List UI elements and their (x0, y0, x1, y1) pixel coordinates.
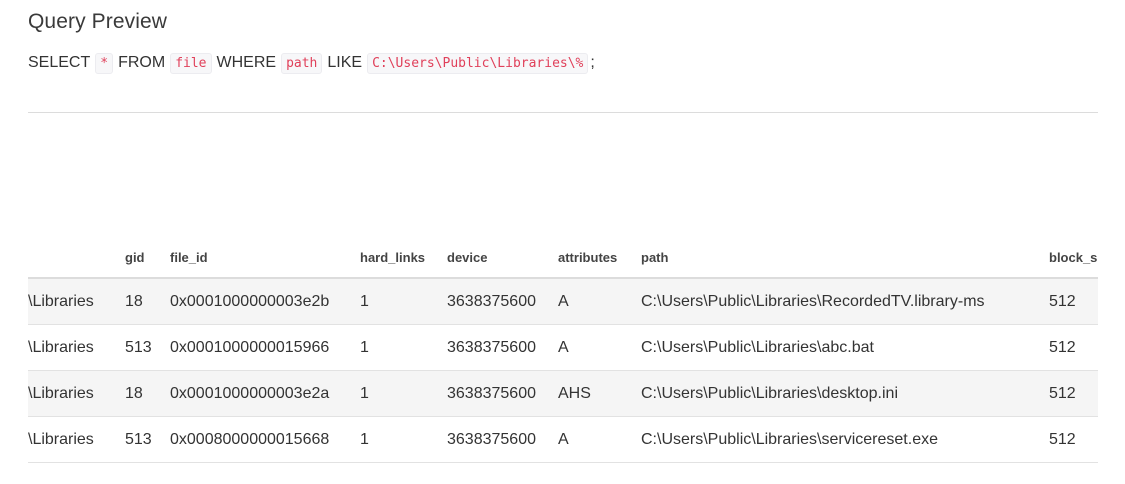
table-cell: 3638375600 (447, 384, 536, 402)
table-cell: 512 (1049, 338, 1076, 356)
table-cell: 18 (125, 292, 143, 310)
query-code-star: * (95, 52, 114, 74)
column-header-attributes[interactable]: attributes (558, 234, 617, 279)
table-cell: C:\Users\Public\Libraries\servicereset.e… (641, 430, 938, 448)
table-cell: 513 (125, 338, 152, 356)
table-cell: 1 (360, 292, 369, 310)
query-code-table: file (170, 52, 212, 74)
query-code-pattern: C:\Users\Public\Libraries\% (367, 52, 589, 74)
table-cell: \Libraries (28, 430, 94, 448)
table-cell: \Libraries (28, 292, 94, 310)
table-cell: 3638375600 (447, 292, 536, 310)
query-text: SELECT * FROM file WHERE path LIKE C:\Us… (28, 50, 595, 76)
column-header-device[interactable]: device (447, 234, 487, 279)
table-cell: 1 (360, 338, 369, 356)
table-cell: C:\Users\Public\Libraries\desktop.ini (641, 384, 898, 402)
table-cell: \Libraries (28, 384, 94, 402)
query-keyword-where: WHERE (216, 54, 277, 71)
column-header-path[interactable]: path (641, 234, 668, 279)
column-header-block-size[interactable]: block_s (1049, 234, 1097, 279)
table-cell: 512 (1049, 292, 1076, 310)
table-cell: 512 (1049, 384, 1076, 402)
column-header-gid[interactable]: gid (125, 234, 145, 279)
table-row[interactable]: \Libraries 513 0x0008000000015668 1 3638… (28, 417, 1098, 463)
results-table[interactable]: gid file_id hard_links device attributes… (28, 234, 1098, 464)
column-header-file-id[interactable]: file_id (170, 234, 208, 279)
query-keyword-from: FROM (118, 54, 166, 71)
table-cell: 3638375600 (447, 338, 536, 356)
table-cell: A (558, 292, 569, 310)
table-cell: 3638375600 (447, 430, 536, 448)
query-keyword-like: LIKE (327, 54, 363, 71)
table-header-row: gid file_id hard_links device attributes… (28, 234, 1098, 279)
table-row[interactable]: \Libraries 513 0x0001000000015966 1 3638… (28, 325, 1098, 371)
table-cell: 0x0001000000003e2a (170, 384, 330, 402)
table-cell: 513 (125, 430, 152, 448)
table-cell: A (558, 430, 569, 448)
table-cell: 1 (360, 430, 369, 448)
table-cell: \Libraries (28, 338, 94, 356)
query-code-column: path (281, 52, 323, 74)
table-row[interactable]: \Libraries 18 0x0001000000003e2a 1 36383… (28, 371, 1098, 417)
table-cell: AHS (558, 384, 591, 402)
table-cell: A (558, 338, 569, 356)
query-terminator: ; (590, 54, 595, 71)
table-row[interactable]: \Libraries 18 0x0001000000003e2b 1 36383… (28, 279, 1098, 325)
page-title: Query Preview (28, 10, 168, 33)
table-cell: 18 (125, 384, 143, 402)
table-cell: 0x0001000000003e2b (170, 292, 330, 310)
section-divider (28, 112, 1098, 113)
column-header-hard-links[interactable]: hard_links (360, 234, 425, 279)
table-cell: 0x0001000000015966 (170, 338, 330, 356)
table-cell: C:\Users\Public\Libraries\abc.bat (641, 338, 874, 356)
table-cell: 1 (360, 384, 369, 402)
table-cell: C:\Users\Public\Libraries\RecordedTV.lib… (641, 292, 985, 310)
query-keyword-select: SELECT (28, 54, 91, 71)
table-cell: 512 (1049, 430, 1076, 448)
table-cell: 0x0008000000015668 (170, 430, 330, 448)
